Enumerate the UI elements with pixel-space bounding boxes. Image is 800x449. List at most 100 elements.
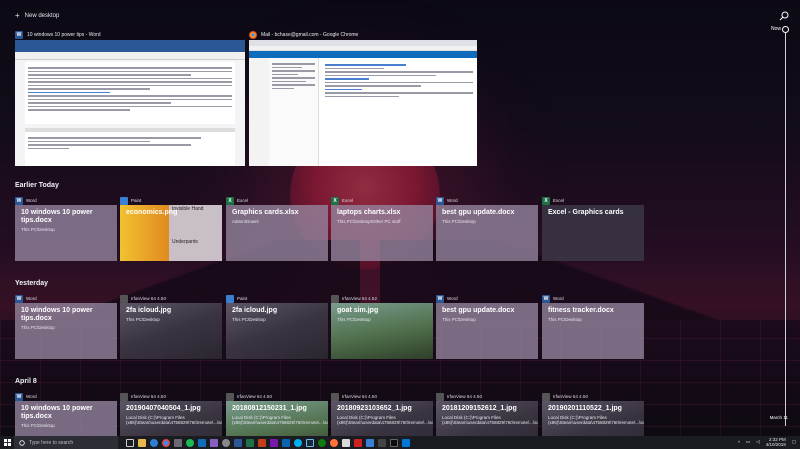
card-title: laptops charts.xlsx [337,209,401,216]
activity-card[interactable]: IrfanView 64 4.52 goat sim.jpg This PC\Des… [331,294,433,359]
outlook-icon[interactable] [282,438,290,447]
card-path: Local Disk (C:)\Program Files (x86)\Stea… [126,415,222,425]
chrome-taskbar-icon[interactable] [162,438,170,447]
card-app-name: Word [447,198,458,203]
irfanview-icon[interactable] [354,438,362,447]
irfanview-icon [331,294,339,303]
scrubber-track[interactable] [785,33,786,426]
mail-icon[interactable] [198,438,206,447]
excel-icon: X [542,196,550,205]
task-view-icon[interactable] [126,438,134,447]
powerpoint-icon[interactable] [258,438,266,447]
card-header: X Excel [542,196,644,205]
activity-card[interactable]: W Word 10 windows 10 power tips.docx This P… [15,196,117,261]
irfanview-icon [120,392,128,401]
section-title: Earlier Today [15,182,59,189]
firefox-icon[interactable] [330,438,338,447]
activity-card[interactable]: X Excel Graphics cards.xlsx Admin\Downl [226,196,328,261]
activity-card[interactable]: W Word 10 windows 10 power tips.docx This P… [15,294,117,359]
card-body: Excel - Graphics cards [542,205,644,261]
onenote-icon[interactable] [270,438,278,447]
card-title: Excel - Graphics cards [548,209,624,216]
card-app-name: IrfanView 64 4.50 [553,394,588,399]
activity-card[interactable]: Paint 2fa icloud.jpg This PC\Desktop [226,294,328,359]
card-path: Admin\Downl [232,219,259,224]
window-title: 10 windows 10 power tips - Word [27,32,101,38]
activity-card[interactable]: X Excel laptops charts.xlsx This PC\Desktop… [331,196,433,261]
store-icon[interactable] [174,438,182,447]
notepad-icon[interactable] [342,438,350,447]
card-title: best gpu update.docx [442,307,515,314]
timeline-scrubber[interactable]: Now March 11 [760,0,800,436]
volume-icon[interactable]: ◁ [756,439,759,445]
steam-icon[interactable] [306,438,314,447]
card-app-name: Paint [131,198,142,203]
store-bag-icon[interactable] [402,438,410,447]
new-desktop-button[interactable]: + New desktop [15,12,59,20]
cortana-icon [19,439,25,446]
scrubber-handle[interactable] [782,26,789,33]
start-button[interactable] [0,436,14,449]
card-header: Paint [226,294,328,303]
word-icon: W [15,31,23,39]
activity-card[interactable]: X Excel Excel - Graphics cards [542,196,644,261]
irfanview-icon [226,392,234,401]
irfanview-icon [436,392,444,401]
clock[interactable]: 2:32 PM 4/10/2019 [766,437,786,447]
card-title: goat sim.jpg [337,307,379,314]
card-title: 20190407040504_1.jpg [126,405,201,412]
xbox-icon[interactable] [318,438,326,447]
open-window-chrome[interactable]: Mail - bchase@gmail.com - Google Chrome [249,30,477,166]
card-app-name: Word [447,296,458,301]
card-body: best gpu update.docx This PC\Desktop [436,303,538,359]
card-path: Local Disk (C:)\Program Files (x86)\Stea… [337,415,433,425]
card-header: W Word [15,196,117,205]
card-app-name: Word [26,296,37,301]
card-app-name: Word [26,394,37,399]
chevron-up-icon[interactable]: ^ [738,440,740,445]
file-explorer-icon[interactable] [138,438,146,447]
word-taskbar-icon[interactable] [234,438,242,447]
search-placeholder: Type here to search [29,439,74,446]
window-thumbnail [249,40,477,166]
scrubber-date-label: March 11 [769,415,788,420]
card-header: IrfanView 64 4.50 [331,392,433,401]
word-icon: W [436,294,444,303]
card-app-name: Excel [342,198,354,203]
settings-icon[interactable] [222,438,230,447]
activity-card[interactable]: W Word best gpu update.docx This PC\Desktop [436,294,538,359]
irfanview-icon [542,392,550,401]
section-title: April 8 [15,378,37,385]
calculator-icon[interactable] [378,438,386,447]
card-title: 20181209152612_1.jpg [442,405,517,412]
excel-taskbar-icon[interactable] [246,438,254,447]
activity-card[interactable]: IrfanView 64 4.50 2fa icloud.jpg This PC\D… [120,294,222,359]
notifications-icon[interactable]: ▢ [792,439,796,445]
card-header: IrfanView 64 4.50 [436,392,538,401]
spotify-icon[interactable] [186,438,194,447]
card-title: fitness tracker.docx [548,307,614,314]
card-header: W Word [436,196,538,205]
search-icon[interactable] [779,11,789,21]
open-window-word[interactable]: W 10 windows 10 power tips - Word [15,30,245,166]
taskbar-search-box[interactable]: Type here to search [14,436,118,449]
card-app-name: Paint [237,296,248,301]
skype-icon[interactable] [294,438,302,447]
edge-icon[interactable] [150,438,158,447]
activity-card[interactable]: W Word best gpu update.docx This PC\Desktop [436,196,538,261]
activity-card[interactable]: W Word fitness tracker.docx This PC\Desktop [542,294,644,359]
card-app-name: Excel [237,198,249,203]
window-title-bar: W 10 windows 10 power tips - Word [15,30,245,40]
network-icon[interactable]: ▭ [746,439,750,445]
card-path: Local Disk (C:)\Program Files (x86)\Stea… [442,415,538,425]
photos-icon[interactable] [210,438,218,447]
activity-card[interactable]: Paint Invisible Hand Underpants economics.p… [120,196,222,261]
card-path: This PC\Desktop\Other PC stuff [337,219,401,224]
word-icon: W [15,196,23,205]
card-body: Invisible Hand Underpants economics.png [120,205,222,261]
terminal-icon[interactable] [390,438,398,447]
paint-icon[interactable] [366,438,374,447]
card-app-name: IrfanView 64 4.50 [342,394,377,399]
card-path: This PC\Desktop [21,423,55,428]
card-body: fitness tracker.docx This PC\Desktop [542,303,644,359]
